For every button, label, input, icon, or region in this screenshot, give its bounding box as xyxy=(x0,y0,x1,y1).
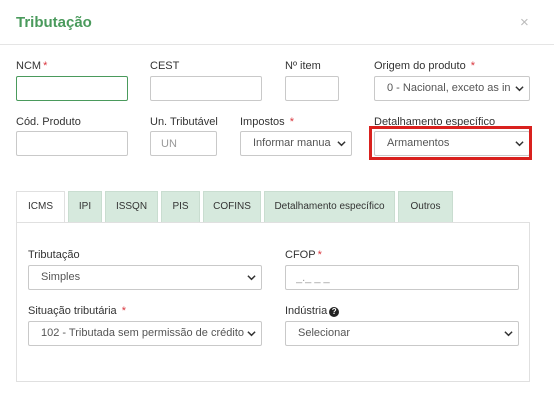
tributacao-selected: Simples xyxy=(41,271,81,283)
tributacao-modal: Tributação × NCM * CEST Nº item Origem do… xyxy=(0,0,554,405)
un-tributavel-label: Un. Tributável xyxy=(150,116,218,128)
impostos-selected: Informar manua xyxy=(253,137,331,149)
close-icon[interactable]: × xyxy=(520,14,529,31)
chevron-down-icon xyxy=(247,331,256,337)
tab-ipi[interactable]: IPI xyxy=(68,191,102,222)
required-marker: * xyxy=(317,249,322,261)
situacao-select[interactable]: 102 - Tributada sem permissão de crédito xyxy=(28,321,262,346)
chevron-down-icon xyxy=(515,86,524,92)
icms-panel xyxy=(16,222,530,382)
cod-produto-input[interactable] xyxy=(16,131,128,156)
situacao-label: Situação tributária * xyxy=(28,305,127,317)
tab-outros[interactable]: Outros xyxy=(398,191,453,222)
industria-select[interactable]: Selecionar xyxy=(285,321,519,346)
cfop-label: CFOP * xyxy=(285,249,322,261)
cfop-input[interactable] xyxy=(285,265,519,290)
modal-title: Tributação xyxy=(16,14,92,31)
situacao-selected: 102 - Tributada sem permissão de crédito xyxy=(41,327,244,339)
ncm-label: NCM * xyxy=(16,60,48,72)
tributacao-label: Tributação xyxy=(28,249,80,261)
required-marker: * xyxy=(43,60,48,72)
n-item-input[interactable] xyxy=(285,76,339,101)
origem-select[interactable]: 0 - Nacional, exceto as in xyxy=(374,76,530,101)
impostos-select[interactable]: Informar manua xyxy=(240,131,352,156)
tab-icms[interactable]: ICMS xyxy=(16,191,65,223)
un-tributavel-input[interactable] xyxy=(150,131,217,156)
cest-label: CEST xyxy=(150,60,180,72)
chevron-down-icon xyxy=(337,141,346,147)
chevron-down-icon xyxy=(504,331,513,337)
n-item-label: Nº item xyxy=(285,60,321,72)
required-marker: * xyxy=(289,116,294,128)
tab-cofins[interactable]: COFINS xyxy=(203,191,261,222)
required-marker: * xyxy=(121,305,127,317)
tab-pis[interactable]: PIS xyxy=(161,191,200,222)
tab-issqn[interactable]: ISSQN xyxy=(105,191,158,222)
cod-produto-label: Cód. Produto xyxy=(16,116,81,128)
help-icon[interactable]: ? xyxy=(329,307,340,317)
origem-selected: 0 - Nacional, exceto as in xyxy=(387,82,511,94)
tab-detalhamento[interactable]: Detalhamento específico xyxy=(264,191,395,222)
cest-input[interactable] xyxy=(150,76,262,101)
required-marker: * xyxy=(470,60,476,72)
tributacao-select[interactable]: Simples xyxy=(28,265,262,290)
highlight-box xyxy=(369,126,532,160)
impostos-label: Impostos * xyxy=(240,116,294,128)
modal-header: Tributação × xyxy=(0,0,554,45)
industria-selected: Selecionar xyxy=(298,327,350,339)
industria-label: Indústria? xyxy=(285,305,340,317)
chevron-down-icon xyxy=(247,275,256,281)
ncm-input[interactable] xyxy=(16,76,128,101)
origem-label: Origem do produto * xyxy=(374,60,476,72)
